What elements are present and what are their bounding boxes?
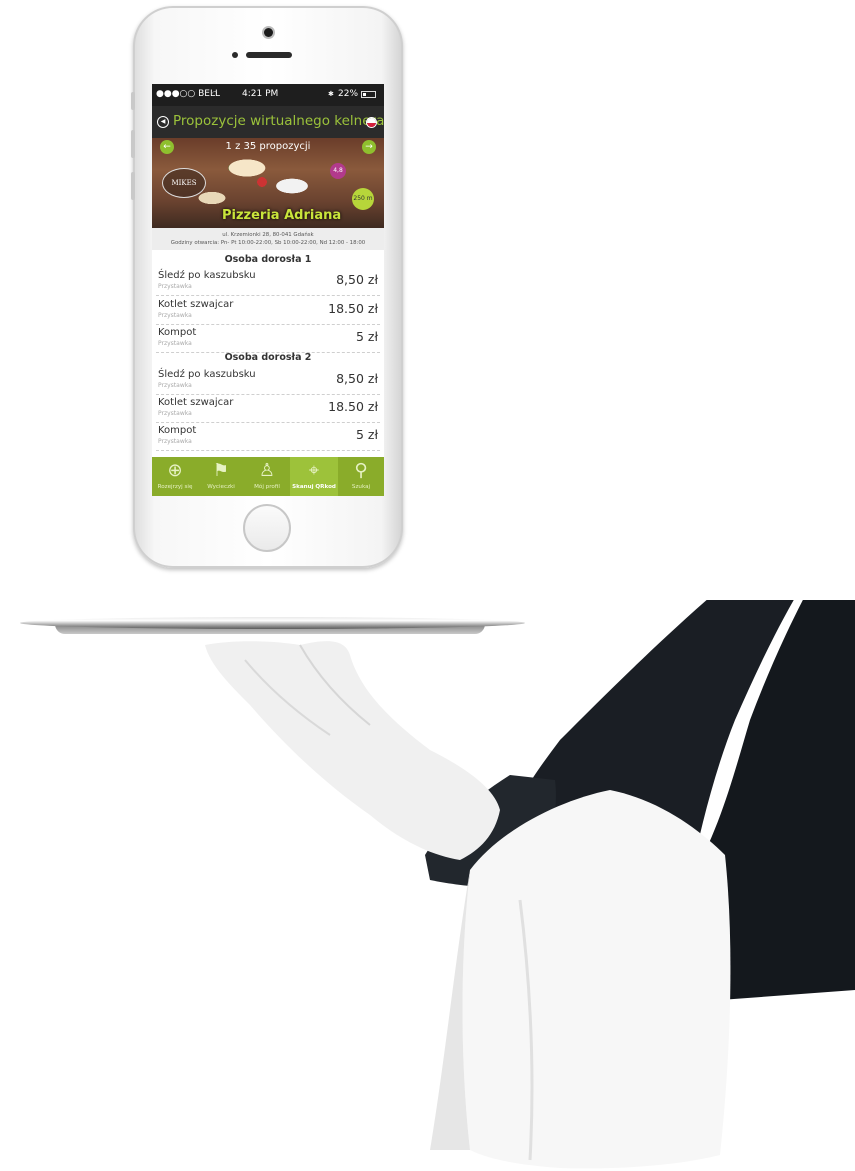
dish-category: Przystawka xyxy=(158,312,192,319)
globe-icon: ⊕ xyxy=(167,460,183,481)
tab-scan-qr[interactable]: ⌖ Skanuj QRkod xyxy=(290,457,338,496)
status-bar: ●●●○○ BELL ◠ 4:21 PM ✱ 22% xyxy=(152,84,384,106)
tab-label: Skanuj QRkod xyxy=(292,484,336,490)
sensor-dot xyxy=(232,52,238,58)
dish-category: Przystawka xyxy=(158,283,192,290)
dish-name: Kotlet szwajcar xyxy=(158,397,234,408)
napkin xyxy=(462,790,731,1169)
dish-name: Kompot xyxy=(158,327,197,338)
bluetooth-icon: ✱ xyxy=(328,90,334,98)
menu-item[interactable]: Śledź po kaszubsku Przystawka 8,50 zł xyxy=(156,267,380,296)
tab-label: Mój profil xyxy=(254,484,280,490)
back-icon[interactable]: ◀ xyxy=(157,116,169,128)
dish-price: 5 zł xyxy=(355,427,378,442)
tab-label: Rozejrzyj się xyxy=(157,484,193,490)
volume-down-button xyxy=(131,172,135,200)
tab-label: Wycieczki xyxy=(207,484,235,490)
restaurant-name[interactable]: Pizzeria Adriana xyxy=(222,208,341,223)
dish-price: 8,50 zł xyxy=(336,371,378,386)
restaurant-hero: ← 1 z 35 propozycji → MIKES 4,8 250 m Pi… xyxy=(152,138,384,228)
wifi-icon: ◠ xyxy=(212,90,218,97)
dish-price: 18.50 zł xyxy=(328,301,378,316)
carrier-label: ●●●○○ BELL xyxy=(156,89,221,99)
address-line: ul. Krzemionki 28, 80-041 Gdańsk xyxy=(222,232,314,238)
menu-item[interactable]: Kompot Przystawka 5 zł xyxy=(156,422,380,451)
dish-category: Przystawka xyxy=(158,410,192,417)
polish-flag-icon[interactable] xyxy=(366,117,377,128)
phone-screen: ●●●○○ BELL ◠ 4:21 PM ✱ 22% ◀ Propozycje … xyxy=(152,84,384,496)
earpiece-speaker xyxy=(246,52,292,58)
mute-switch xyxy=(131,92,135,110)
dish-price: 18.50 zł xyxy=(328,399,378,414)
white-glove xyxy=(205,641,500,860)
waiter-arm-illustration xyxy=(205,600,855,1169)
rating-badge: 4,8 xyxy=(330,163,346,179)
serving-tray xyxy=(20,617,525,629)
tab-search[interactable]: ⚲ Szukaj xyxy=(338,457,384,496)
dish-price: 5 zł xyxy=(355,329,378,344)
tab-trips[interactable]: ⚑ Wycieczki xyxy=(198,457,244,496)
dish-category: Przystawka xyxy=(158,382,192,389)
menu-item[interactable]: Kotlet szwajcar Przystawka 18.50 zł xyxy=(156,296,380,325)
menu-item[interactable]: Śledź po kaszubsku Przystawka 8,50 zł xyxy=(156,366,380,395)
distance-badge: 250 m xyxy=(352,188,374,210)
restaurant-info: ul. Krzemionki 28, 80-041 Gdańsk Godziny… xyxy=(152,228,384,250)
opening-hours: Godziny otwarcia: Pn- Pt 10:00-22:00, Sb… xyxy=(170,240,366,246)
crosshair-icon: ⌖ xyxy=(308,460,320,481)
tab-look-around[interactable]: ⊕ Rozejrzyj się xyxy=(152,457,198,496)
tab-my-profile[interactable]: ♙ Mój profil xyxy=(244,457,290,496)
user-icon: ♙ xyxy=(258,460,276,481)
next-arrow-icon[interactable]: → xyxy=(362,140,376,154)
battery-percent: 22% xyxy=(338,89,359,99)
dish-name: Kompot xyxy=(158,425,197,436)
signpost-icon: ⚑ xyxy=(212,460,230,481)
proposal-counter: 1 z 35 propozycji xyxy=(225,141,311,152)
page-title: Propozycje wirtualnego kelnera xyxy=(173,113,384,129)
dish-name: Kotlet szwajcar xyxy=(158,299,234,310)
menu-item[interactable]: Kompot Przystawka 5 zł xyxy=(156,324,380,353)
restaurant-logo: MIKES xyxy=(162,168,206,198)
dish-category: Przystawka xyxy=(158,438,192,445)
dish-category: Przystawka xyxy=(158,340,192,347)
app-header: ◀ Propozycje wirtualnego kelnera xyxy=(152,106,384,138)
front-camera xyxy=(264,28,273,37)
clock: 4:21 PM xyxy=(242,89,279,99)
tab-label: Szukaj xyxy=(351,484,371,490)
home-button[interactable] xyxy=(243,504,291,552)
dish-name: Śledź po kaszubsku xyxy=(158,270,256,281)
volume-up-button xyxy=(131,130,135,158)
battery-icon xyxy=(361,91,376,98)
dish-price: 8,50 zł xyxy=(336,272,378,287)
menu-item[interactable]: Kotlet szwajcar Przystawka 18.50 zł xyxy=(156,394,380,423)
dish-name: Śledź po kaszubsku xyxy=(158,369,256,380)
bottom-tab-bar: ⊕ Rozejrzyj się ⚑ Wycieczki ♙ Mój profil… xyxy=(152,457,384,496)
search-icon: ⚲ xyxy=(354,460,368,481)
